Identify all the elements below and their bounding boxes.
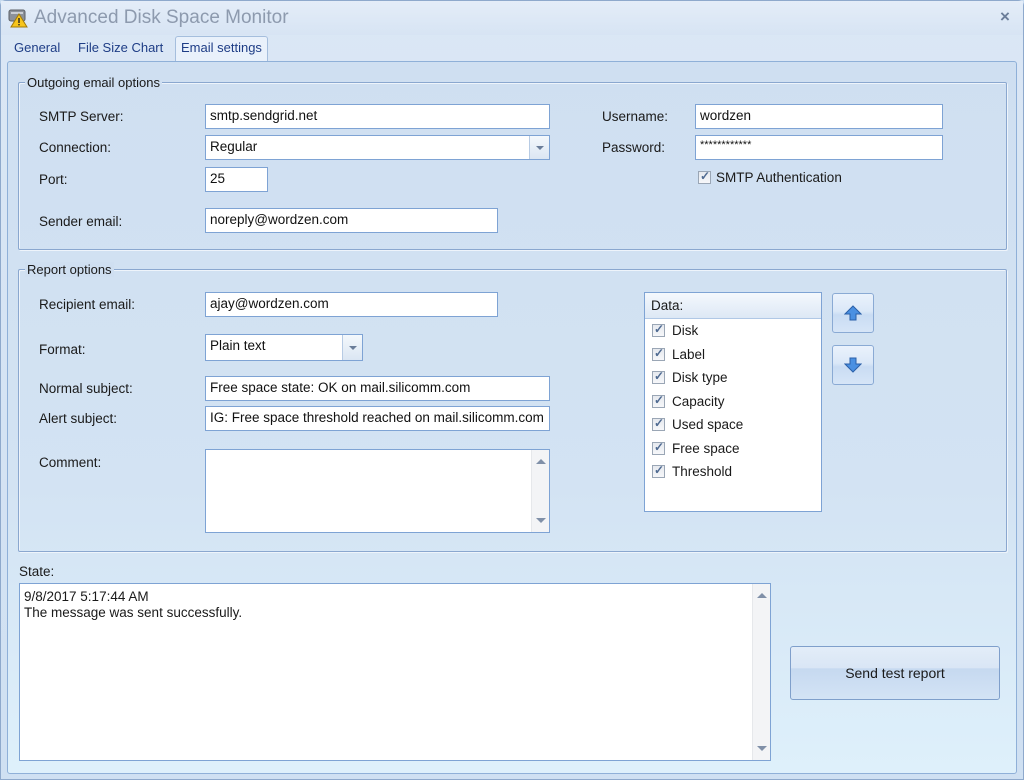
tab-file-size-chart[interactable]: File Size Chart <box>73 37 168 61</box>
normal-subject-label: Normal subject: <box>39 381 133 396</box>
chevron-down-icon <box>348 345 357 350</box>
format-dropdown-button[interactable] <box>342 335 362 360</box>
list-item-label[interactable]: Label <box>645 343 821 367</box>
username-input[interactable]: wordzen <box>695 104 943 129</box>
connection-dropdown-button[interactable] <box>529 136 549 159</box>
data-columns-list[interactable]: Data: Disk Label Disk type Capacity Used… <box>644 292 822 512</box>
list-item-disk-type[interactable]: Disk type <box>645 366 821 390</box>
sender-email-input[interactable]: noreply@wordzen.com <box>205 208 498 233</box>
state-scrollbar[interactable] <box>752 584 770 760</box>
used-space-checkbox[interactable] <box>652 416 665 432</box>
sender-email-label: Sender email: <box>39 214 123 229</box>
list-item-used-space[interactable]: Used space <box>645 413 821 437</box>
connection-value: Regular <box>210 139 258 154</box>
list-item-label: Disk type <box>672 370 728 386</box>
label-checkbox[interactable] <box>652 346 665 361</box>
state-timestamp: 9/8/2017 5:17:44 AM <box>24 589 149 604</box>
scroll-down-icon[interactable] <box>757 746 767 751</box>
list-item-threshold[interactable]: Threshold <box>645 460 821 484</box>
list-item-disk[interactable]: Disk <box>645 319 821 343</box>
smtp-auth-checkbox[interactable] <box>698 169 711 184</box>
disk-type-checkbox[interactable] <box>652 369 665 385</box>
list-item-label: Threshold <box>672 464 733 480</box>
format-value: Plain text <box>210 338 266 353</box>
report-options-legend: Report options <box>25 262 114 277</box>
free-space-checkbox[interactable] <box>652 440 665 455</box>
port-label: Port: <box>39 172 68 187</box>
recipient-email-label: Recipient email: <box>39 297 136 312</box>
move-down-button[interactable] <box>832 345 874 385</box>
title-bar: Advanced Disk Space Monitor × <box>1 1 1023 35</box>
port-input[interactable]: 25 <box>205 167 268 192</box>
state-label: State: <box>19 564 55 579</box>
password-input[interactable]: ************ <box>695 135 943 160</box>
list-item-label: Label <box>672 346 706 362</box>
scroll-down-icon[interactable] <box>536 518 546 523</box>
threshold-checkbox[interactable] <box>652 463 665 479</box>
arrow-up-icon <box>844 305 862 321</box>
list-item-capacity[interactable]: Capacity <box>645 390 821 414</box>
disk-checkbox[interactable] <box>652 322 665 338</box>
list-item-label: Used space <box>672 417 744 433</box>
list-item-label: Capacity <box>672 393 725 409</box>
smtp-server-input[interactable]: smtp.sendgrid.net <box>205 104 550 129</box>
chevron-down-icon <box>535 145 544 150</box>
list-item-label: Disk <box>672 323 699 339</box>
close-button[interactable]: × <box>995 7 1015 27</box>
tab-general[interactable]: General <box>9 37 65 61</box>
smtp-server-label: SMTP Server: <box>39 109 124 124</box>
connection-select[interactable]: Regular <box>205 135 550 160</box>
username-label: Username: <box>602 109 669 124</box>
tab-email-settings[interactable]: Email settings <box>175 36 268 61</box>
scroll-up-icon[interactable] <box>757 593 767 598</box>
window-title: Advanced Disk Space Monitor <box>34 7 289 28</box>
alert-subject-label: Alert subject: <box>39 411 118 426</box>
format-label: Format: <box>39 342 86 357</box>
move-up-button[interactable] <box>832 293 874 333</box>
comment-label: Comment: <box>39 455 102 470</box>
scroll-up-icon[interactable] <box>536 459 546 464</box>
normal-subject-input[interactable]: Free space state: OK on mail.silicomm.co… <box>205 376 550 401</box>
password-label: Password: <box>602 140 666 155</box>
data-list-header: Data: <box>645 293 821 319</box>
connection-label: Connection: <box>39 140 112 155</box>
capacity-checkbox[interactable] <box>652 393 665 408</box>
state-log[interactable]: 9/8/2017 5:17:44 AM The message was sent… <box>19 583 771 761</box>
comment-scrollbar[interactable] <box>531 450 549 532</box>
smtp-auth-label: SMTP Authentication <box>716 170 842 185</box>
smtp-auth-option[interactable]: SMTP Authentication <box>698 169 842 185</box>
close-icon: × <box>1000 7 1010 26</box>
list-item-free-space[interactable]: Free space <box>645 437 821 461</box>
alert-subject-input[interactable]: IG: Free space threshold reached on mail… <box>205 406 550 431</box>
comment-textarea[interactable] <box>205 449 550 533</box>
recipient-email-input[interactable]: ajay@wordzen.com <box>205 292 498 317</box>
list-item-label: Free space <box>672 440 740 456</box>
email-settings-panel: Outgoing email options SMTP Server: smtp… <box>7 61 1017 774</box>
state-message: The message was sent successfully. <box>24 605 243 620</box>
send-test-report-button[interactable]: Send test report <box>790 646 1000 700</box>
outgoing-email-legend: Outgoing email options <box>25 75 162 90</box>
disk-warning-icon <box>8 9 28 28</box>
format-select[interactable]: Plain text <box>205 334 363 361</box>
app-window: Advanced Disk Space Monitor × General Fi… <box>0 0 1024 780</box>
arrow-down-icon <box>844 357 862 373</box>
